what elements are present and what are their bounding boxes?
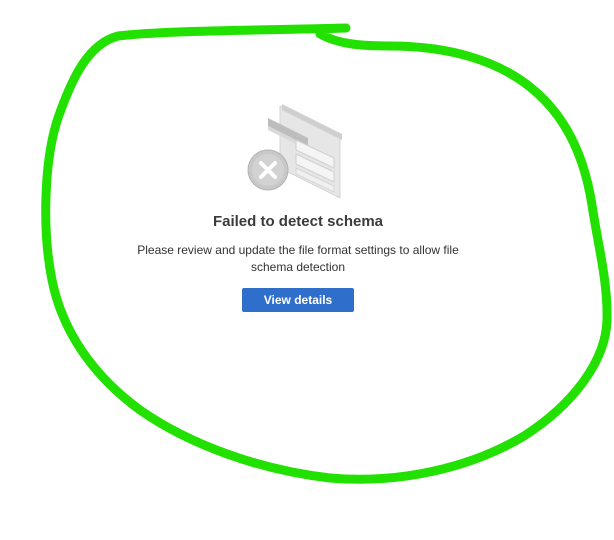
empty-state-message: Please review and update the file format… xyxy=(137,243,459,274)
page: Failed to detect schema Please review an… xyxy=(0,0,614,540)
view-details-button[interactable]: View details xyxy=(242,288,354,312)
schema-error-icon xyxy=(247,104,342,199)
empty-state-title: Failed to detect schema xyxy=(212,213,384,230)
schema-detection-empty-state: Failed to detect schema Please review an… xyxy=(0,100,596,312)
